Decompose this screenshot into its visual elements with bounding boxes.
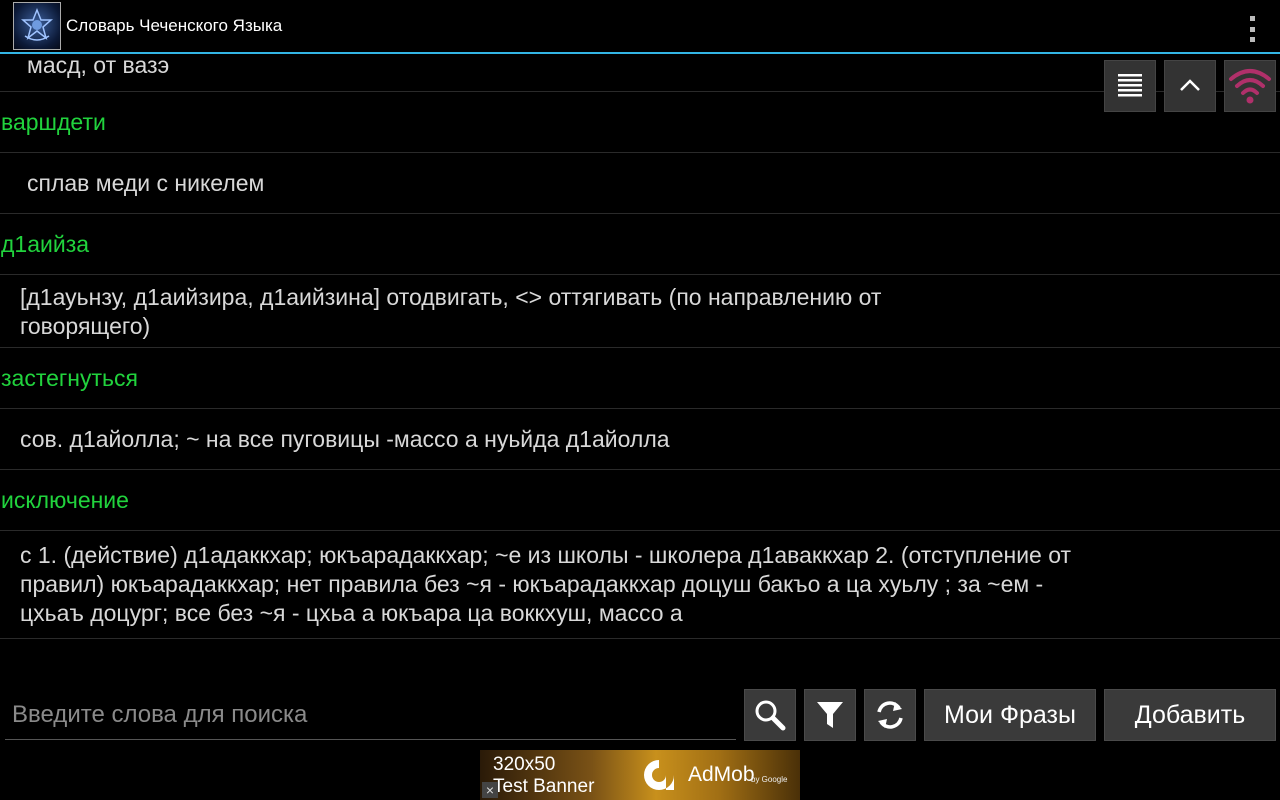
refresh-button[interactable] [864,689,916,741]
list-item[interactable]: исключение [0,470,1280,531]
definition-text: с 1. (действие) д1адаккхар; юкъарадаккха… [20,542,1078,626]
dictionary-list[interactable]: масд, от вазэ варшдети сплав меди с нике… [0,56,1280,680]
list-item[interactable]: сплав меди с никелем [0,153,1280,214]
chevron-up-icon [1180,79,1200,91]
list-item[interactable]: д1аийза [0,214,1280,275]
list-icon [1118,74,1142,97]
filter-button[interactable] [804,689,856,741]
definition-text: сплав меди с никелем [27,169,265,196]
scroll-top-button[interactable] [1164,60,1216,112]
floating-buttons [1104,60,1276,112]
ad-brand: AdMob [688,763,755,786]
list-item[interactable]: застегнуться [0,348,1280,409]
wifi-button[interactable] [1224,60,1276,112]
word-text: варшдети [1,108,106,135]
filter-icon [817,702,843,728]
list-item[interactable]: масд, от вазэ [0,56,1280,92]
ad-close-button[interactable]: × [482,782,498,798]
definition-text: [д1ауьнзу, д1аийзира, д1аийзина] отодвиг… [20,284,888,339]
app-logo-icon[interactable] [13,2,61,50]
overflow-menu-icon[interactable] [1242,16,1262,42]
wifi-icon [1229,69,1271,104]
admob-logo-icon [644,760,674,790]
list-item[interactable]: с 1. (действие) д1адаккхар; юкъарадаккха… [0,531,1280,639]
add-button[interactable]: Добавить [1104,689,1276,741]
search-toolbar: Мои Фразы Добавить [0,680,1280,746]
my-phrases-button[interactable]: Мои Фразы [924,689,1096,741]
list-view-button[interactable] [1104,60,1156,112]
app-title: Словарь Чеченского Языка [66,16,283,35]
list-item[interactable]: варшдети [0,92,1280,153]
definition-text: сов. д1айолла; ~ на все пуговицы -массо … [20,425,670,452]
action-bar: Словарь Чеченского Языка [0,0,1280,54]
list-item[interactable]: сов. д1айолла; ~ на все пуговицы -массо … [0,409,1280,470]
search-icon [755,700,786,731]
ad-banner[interactable]: 320x50 Test Banner × AdMob by Google [480,750,800,800]
ad-by-google: by Google [751,775,788,784]
word-text: д1аийза [1,230,90,257]
refresh-icon [877,701,903,729]
search-button[interactable] [744,689,796,741]
list-item[interactable]: [д1ауьнзу, д1аийзира, д1аийзина] отодвиг… [0,275,1280,348]
definition-text: масд, от вазэ [27,56,170,78]
word-text: исключение [1,486,129,513]
ad-size-text: 320x50 [493,754,556,775]
search-input[interactable] [5,690,736,740]
word-text: застегнуться [1,364,138,391]
ad-label: Test Banner [493,776,595,797]
